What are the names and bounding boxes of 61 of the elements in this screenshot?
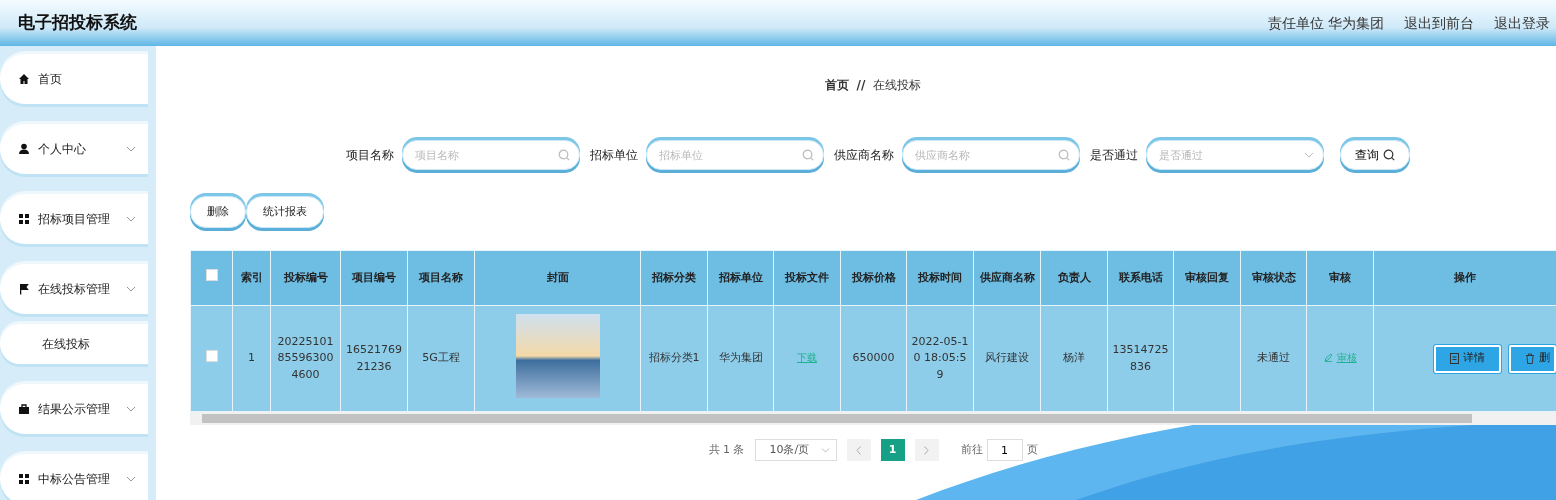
- column-header: 投标时间: [906, 250, 974, 306]
- report-button[interactable]: 统计报表: [246, 196, 324, 228]
- sidebar-item[interactable]: 结果公示管理: [0, 384, 148, 434]
- sidebar-item[interactable]: 中标公告管理: [0, 454, 148, 500]
- unit-label: 责任单位 华为集团: [1267, 13, 1384, 33]
- column-header: 审核状态: [1240, 250, 1307, 306]
- header-link[interactable]: 退出到前台: [1404, 12, 1474, 34]
- app-title: 电子招投标系统: [18, 11, 137, 35]
- column-header: 审核: [1306, 250, 1374, 306]
- column-header: 封面: [474, 250, 641, 306]
- table-cell: 13514725836: [1107, 305, 1174, 412]
- column-header: 操作: [1373, 250, 1556, 306]
- page-input[interactable]: 1: [986, 439, 1023, 461]
- sidebar-item[interactable]: 首页: [0, 54, 148, 104]
- breadcrumb-link[interactable]: 首页: [824, 76, 849, 94]
- filter-label: 招标单位: [590, 147, 638, 164]
- header-link[interactable]: 退出登录: [1494, 12, 1550, 34]
- column-header: 供应商名称: [973, 250, 1041, 306]
- search-field[interactable]: 项目名称: [402, 140, 580, 170]
- column-header: 项目编号: [340, 250, 408, 306]
- filter-label: 是否通过: [1090, 147, 1138, 164]
- column-header: 联系电话: [1107, 250, 1174, 306]
- page-size-select[interactable]: 10条/页: [754, 439, 837, 461]
- table-cell: 2022-05-10 18:05:59: [906, 305, 974, 412]
- breadcrumb-current: 在线投标: [873, 77, 922, 94]
- table-cell: 招标分类1: [640, 305, 708, 412]
- column-header: 索引: [232, 250, 271, 306]
- breadcrumb-separator: //: [856, 77, 866, 94]
- delete-button[interactable]: 删除: [190, 196, 246, 228]
- delete-button[interactable]: 删: [1509, 344, 1556, 373]
- sidebar-item[interactable]: 招标项目管理: [0, 194, 148, 244]
- select-field[interactable]: 是否通过: [1146, 140, 1324, 170]
- search-field[interactable]: 供应商名称: [902, 140, 1080, 170]
- sidebar-subitem[interactable]: 在线投标: [0, 324, 148, 364]
- column-header: 项目名称: [407, 250, 475, 306]
- column-header: 投标价格: [840, 250, 907, 306]
- search-button[interactable]: 查询: [1340, 140, 1410, 170]
- column-header: 投标编号: [270, 250, 341, 306]
- total-count: 共 1 条: [708, 441, 745, 458]
- sidebar-item[interactable]: 个人中心: [0, 124, 148, 174]
- column-header: 招标单位: [707, 250, 774, 306]
- column-header: 负责人: [1040, 250, 1108, 306]
- table-cell: 未通过: [1240, 305, 1307, 412]
- column-header: 投标文件: [773, 250, 841, 306]
- sidebar-item[interactable]: 在线投标管理: [0, 264, 148, 314]
- details-button[interactable]: 详情: [1434, 344, 1501, 373]
- table-cell: 650000: [840, 305, 907, 412]
- filter-label: 项目名称: [346, 147, 394, 164]
- page-suffix: 页: [1026, 441, 1038, 458]
- table-cell: 1652176921236: [340, 305, 408, 412]
- table-cell: 风行建设: [973, 305, 1041, 412]
- table-cell: 杨洋: [1040, 305, 1108, 412]
- table-cell: 华为集团: [707, 305, 774, 412]
- search-field[interactable]: 招标单位: [646, 140, 824, 170]
- column-header: 招标分类: [640, 250, 708, 306]
- table-cell: 20225101855963004600: [270, 305, 341, 412]
- table-cell: 5G工程: [407, 305, 475, 412]
- column-header: 审核回复: [1173, 250, 1241, 306]
- goto-label: 前往: [960, 441, 983, 458]
- filter-label: 供应商名称: [834, 147, 894, 164]
- table-cell: 1: [232, 305, 271, 412]
